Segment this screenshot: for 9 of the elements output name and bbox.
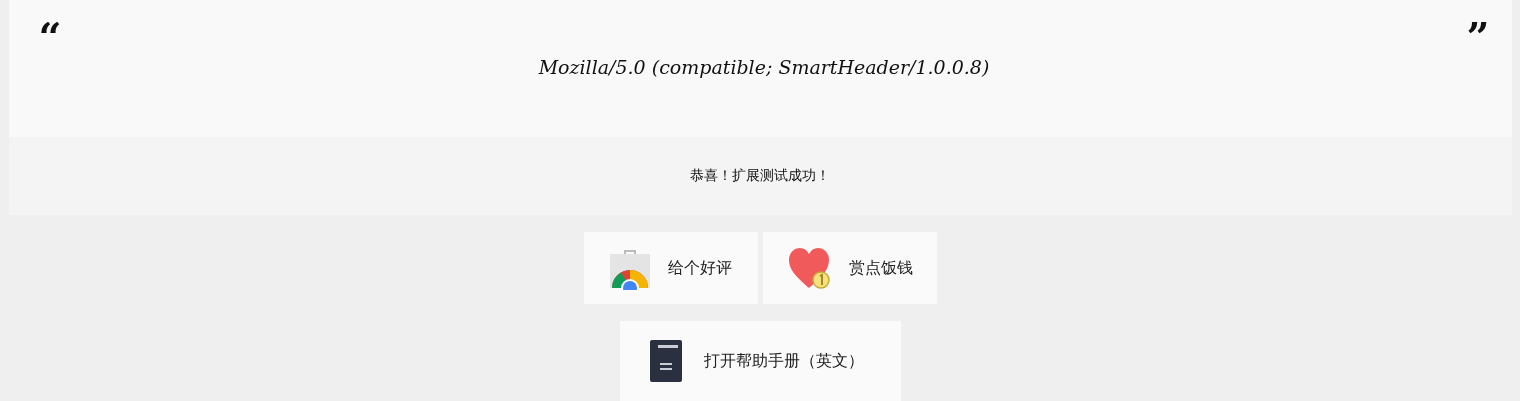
close-quote-mark: ”	[1466, 12, 1490, 62]
user-agent-text: Mozilla/5.0 (compatible; SmartHeader/1.0.0.8)	[538, 56, 990, 78]
notebook-icon	[647, 339, 684, 383]
action-button[interactable]: 给个好评	[583, 232, 758, 304]
heart-coin-icon	[786, 246, 833, 290]
action-button[interactable]: 赏点饭钱	[762, 232, 937, 304]
success-message: 恭喜！扩展测试成功！	[690, 166, 830, 185]
action-button[interactable]: 打开帮助手册（英文）	[619, 321, 901, 401]
open-quote-mark: “	[38, 12, 62, 62]
